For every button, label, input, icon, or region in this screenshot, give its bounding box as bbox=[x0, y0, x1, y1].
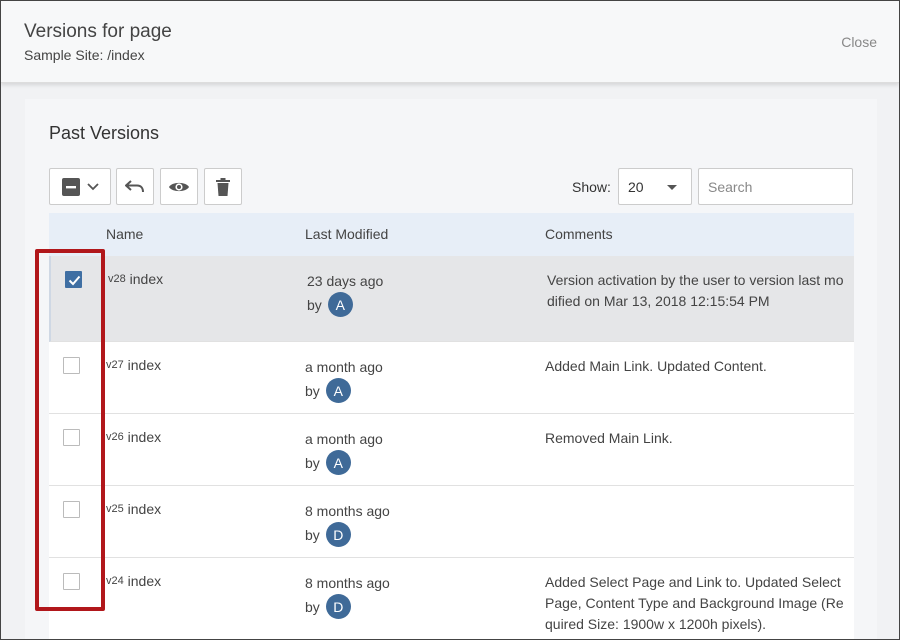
eye-icon bbox=[169, 182, 189, 191]
by-label: by bbox=[307, 296, 322, 313]
avatar[interactable]: A bbox=[325, 450, 351, 475]
row-checkbox[interactable] bbox=[65, 271, 82, 288]
column-header-comments[interactable]: Comments bbox=[545, 226, 613, 242]
comment-cell: Added Main Link. Updated Content. bbox=[545, 358, 767, 374]
search-input[interactable] bbox=[698, 168, 853, 205]
select-all-dropdown-button[interactable] bbox=[49, 168, 111, 205]
avatar[interactable]: D bbox=[325, 594, 351, 619]
version-number: v24 bbox=[106, 575, 124, 587]
undo-icon bbox=[125, 179, 144, 192]
past-versions-panel: Past Versions Show: 20 Search Name Last … bbox=[25, 99, 877, 639]
page-name: index bbox=[127, 573, 162, 589]
version-name[interactable]: v27 index bbox=[106, 357, 161, 373]
last-modified-cell: 23 days ago by A bbox=[307, 270, 383, 317]
modified-time: a month ago bbox=[305, 359, 383, 375]
row-checkbox[interactable] bbox=[63, 357, 80, 374]
comment-cell: Version activation by the user to versio… bbox=[547, 272, 844, 309]
dialog-title: Versions for page bbox=[24, 21, 172, 42]
version-number: v25 bbox=[106, 503, 124, 515]
table-row[interactable]: v26 index a month ago by A Removed Main L… bbox=[49, 414, 854, 486]
chevron-down-icon bbox=[86, 182, 99, 190]
last-modified-cell: 8 months ago by D bbox=[305, 500, 390, 547]
restore-version-button[interactable] bbox=[116, 168, 154, 205]
check-icon bbox=[68, 275, 81, 286]
table-row[interactable]: v28 index 23 days ago by A Version activa… bbox=[49, 256, 854, 342]
version-number: v26 bbox=[106, 431, 124, 443]
modified-time: a month ago bbox=[305, 431, 383, 447]
dialog-header: Versions for page Sample Site: /index Cl… bbox=[1, 1, 899, 83]
page-name: index bbox=[129, 271, 164, 287]
by-label: by bbox=[305, 454, 320, 471]
caret-down-icon bbox=[667, 185, 677, 190]
column-header-name[interactable]: Name bbox=[106, 226, 143, 242]
version-number: v27 bbox=[106, 359, 124, 371]
avatar[interactable]: A bbox=[325, 378, 351, 403]
delete-version-button[interactable] bbox=[204, 168, 242, 205]
page-size-value: 20 bbox=[628, 179, 644, 195]
table-header: Name Last Modified Comments bbox=[49, 213, 854, 256]
row-checkbox[interactable] bbox=[63, 501, 80, 518]
avatar[interactable]: A bbox=[327, 292, 353, 317]
last-modified-cell: a month ago by A bbox=[305, 356, 383, 403]
page-name: index bbox=[127, 429, 162, 445]
by-label: by bbox=[305, 382, 320, 399]
column-header-last-modified[interactable]: Last Modified bbox=[305, 226, 388, 242]
version-name[interactable]: v28 index bbox=[108, 271, 163, 287]
view-version-button[interactable] bbox=[160, 168, 198, 205]
page-name: index bbox=[127, 357, 162, 373]
minus-square-icon bbox=[61, 177, 80, 196]
close-button[interactable]: Close bbox=[841, 34, 877, 50]
avatar[interactable]: D bbox=[325, 522, 351, 547]
comment-cell: Removed Main Link. bbox=[545, 430, 673, 446]
modified-time: 8 months ago bbox=[305, 575, 390, 591]
row-checkbox[interactable] bbox=[63, 573, 80, 590]
last-modified-cell: a month ago by A bbox=[305, 428, 383, 475]
by-label: by bbox=[305, 526, 320, 543]
version-name[interactable]: v24 index bbox=[106, 573, 161, 589]
version-name[interactable]: v26 index bbox=[106, 429, 161, 445]
by-label: by bbox=[305, 598, 320, 615]
table-row[interactable]: v25 index 8 months ago by D bbox=[49, 486, 854, 558]
dialog-subtitle: Sample Site: /index bbox=[24, 47, 145, 63]
page-name: index bbox=[127, 501, 162, 517]
table-row[interactable]: v27 index a month ago by A Added Main Lin… bbox=[49, 342, 854, 414]
last-modified-cell: 8 months ago by D bbox=[305, 572, 390, 619]
page-size-select[interactable]: 20 bbox=[618, 168, 692, 205]
version-name[interactable]: v25 index bbox=[106, 501, 161, 517]
trash-icon bbox=[216, 177, 230, 196]
panel-title: Past Versions bbox=[49, 123, 160, 143]
version-number: v28 bbox=[108, 273, 126, 285]
page-size-label: Show: bbox=[572, 179, 611, 195]
table-row[interactable]: v24 index 8 months ago by D Added Select … bbox=[49, 558, 854, 639]
row-checkbox[interactable] bbox=[63, 429, 80, 446]
modified-time: 8 months ago bbox=[305, 503, 390, 519]
comment-cell: Added Select Page and Link to. Updated S… bbox=[545, 574, 844, 632]
modified-time: 23 days ago bbox=[307, 273, 384, 289]
versions-dialog: Versions for page Sample Site: /index Cl… bbox=[0, 0, 900, 640]
